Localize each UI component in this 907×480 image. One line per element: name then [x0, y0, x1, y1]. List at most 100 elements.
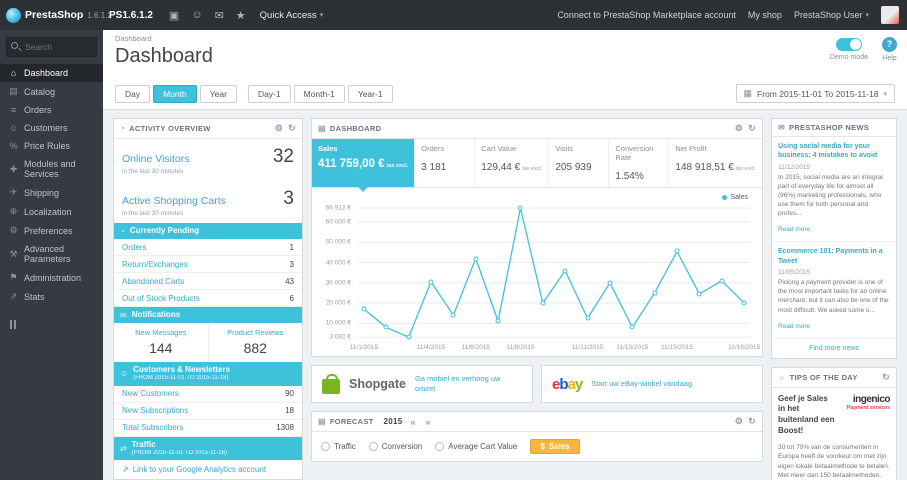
- data-point[interactable]: [428, 279, 434, 285]
- sidebar-item-modules[interactable]: ✚ Modules and Services: [0, 155, 103, 183]
- forecast-year[interactable]: 2015: [384, 417, 403, 426]
- new-customers-row[interactable]: New Customers 90: [114, 386, 302, 403]
- cart-icon[interactable]: ▣: [169, 9, 179, 22]
- quick-access-menu[interactable]: Quick Access ▾: [260, 10, 324, 21]
- chevron-down-icon: ▾: [319, 12, 324, 19]
- filter-day-button[interactable]: Day: [115, 84, 151, 103]
- demo-mode-toggle[interactable]: [835, 38, 862, 51]
- activity-overview-panel: ◔ ACTIVITY OVERVIEW ⚙ ↻ Online Visitors …: [113, 118, 303, 480]
- my-shop-link[interactable]: My shop: [748, 10, 782, 20]
- trophy-icon[interactable]: ★: [236, 9, 246, 22]
- data-point[interactable]: [719, 278, 725, 284]
- data-point[interactable]: [585, 315, 591, 321]
- ebay-promo[interactable]: ebay Start uw eBay-winkel vandaag: [541, 365, 763, 403]
- shop-name-link[interactable]: PS1.6.1.2: [109, 10, 153, 21]
- pending-orders-row[interactable]: Orders 1: [114, 239, 302, 256]
- refresh-icon[interactable]: ↻: [748, 123, 756, 134]
- sidebar-item-shipping[interactable]: ✈ Shipping: [0, 183, 103, 202]
- sidebar-item-catalog[interactable]: ▤ Catalog: [0, 82, 103, 101]
- kpi-visits[interactable]: Visits 205 939: [548, 139, 608, 187]
- data-point[interactable]: [495, 318, 501, 324]
- sidebar-item-advanced-parameters[interactable]: ⚒ Advanced Parameters: [0, 240, 103, 268]
- sidebar-item-stats[interactable]: ⇗ Stats: [0, 287, 103, 306]
- forecast-next-icon[interactable]: »: [426, 417, 433, 427]
- x-axis-tick-label: 11/15/2015: [660, 344, 694, 351]
- total-subscribers-row[interactable]: Total Subscribers 1308: [114, 420, 302, 437]
- filter-month-1-button[interactable]: Month-1: [293, 84, 345, 103]
- data-point[interactable]: [361, 306, 367, 312]
- messages-icon[interactable]: ✉: [215, 9, 224, 22]
- data-point[interactable]: [629, 324, 635, 330]
- sidebar-item-localization[interactable]: ⊕ Localization: [0, 202, 103, 221]
- page-header-tools: Demo mode ? Help: [830, 36, 897, 62]
- kpi-row: Sales 411 759,00 € tax excl. Orders 3 181…: [312, 139, 762, 192]
- refresh-icon[interactable]: ↻: [748, 416, 756, 427]
- news-article-title[interactable]: Ecommerce 101: Payments in a Tweet: [778, 247, 890, 266]
- avatar[interactable]: [881, 6, 899, 24]
- data-point[interactable]: [652, 290, 658, 296]
- kpi-sales[interactable]: Sales 411 759,00 € tax excl.: [312, 139, 415, 192]
- forecast-option-conversion[interactable]: Conversion: [368, 442, 422, 451]
- marketplace-link[interactable]: Connect to PrestaShop Marketplace accoun…: [557, 10, 736, 20]
- kpi-conversion-rate[interactable]: Conversion Rate 1.54%: [608, 139, 668, 187]
- user-menu[interactable]: PrestaShop User ▾: [794, 10, 869, 20]
- active-carts-link[interactable]: Active Shopping Carts: [122, 195, 283, 207]
- sidebar-item-customers[interactable]: ☺ Customers: [0, 119, 103, 137]
- help-icon[interactable]: ?: [882, 37, 897, 52]
- shopgate-link[interactable]: Ga mobiel en verhoog uw omzet: [415, 374, 522, 394]
- customers-quick-icon[interactable]: ☺: [191, 9, 202, 21]
- new-messages-cell[interactable]: New Messages 144: [114, 323, 208, 362]
- chart-legend[interactable]: Sales: [722, 194, 748, 201]
- forecast-sales-button[interactable]: $ Sales: [530, 439, 580, 454]
- sidebar-item-dashboard[interactable]: ⌂ Dashboard: [0, 64, 103, 82]
- filter-day-1-button[interactable]: Day-1: [247, 84, 291, 103]
- pending-returns-row[interactable]: Return/Exchanges 3: [114, 256, 302, 273]
- abandoned-carts-row[interactable]: Abandoned Carts 43: [114, 273, 302, 290]
- find-more-news-link[interactable]: Find more news: [772, 339, 896, 358]
- data-point[interactable]: [607, 280, 613, 286]
- refresh-icon[interactable]: ↻: [882, 372, 890, 383]
- sidebar-item-administration[interactable]: ⚑ Administration: [0, 268, 103, 287]
- kpi-cart-value[interactable]: Cart Value 129,44 € tax excl.: [474, 139, 548, 187]
- google-analytics-link[interactable]: ⇗ Link to your Google Analytics account: [114, 460, 302, 479]
- data-point[interactable]: [674, 248, 680, 254]
- filter-month-button[interactable]: Month: [153, 84, 197, 103]
- ebay-link[interactable]: Start uw eBay-winkel vandaag: [591, 379, 692, 389]
- kpi-net-profit[interactable]: Net Profit 148 918,51 € tax excl.: [668, 139, 762, 187]
- forecast-option-avg-cart-value[interactable]: Average Cart Value: [435, 442, 517, 451]
- read-more-link[interactable]: Read more: [778, 226, 810, 233]
- product-reviews-cell[interactable]: Product Reviews 882: [207, 323, 303, 362]
- new-subscriptions-row[interactable]: New Subscriptions 18: [114, 403, 302, 420]
- forecast-option-traffic[interactable]: Traffic: [321, 442, 356, 451]
- gear-icon[interactable]: ⚙: [735, 123, 743, 134]
- data-point[interactable]: [406, 334, 412, 340]
- sidebar-item-orders[interactable]: ≡ Orders: [0, 101, 103, 119]
- read-more-link[interactable]: Read more: [778, 323, 810, 330]
- out-of-stock-row[interactable]: Out of Stock Products 6: [114, 290, 302, 307]
- kpi-orders[interactable]: Orders 3 181: [414, 139, 474, 187]
- data-point[interactable]: [540, 300, 546, 306]
- sidebar-item-preferences[interactable]: ⚙ Preferences: [0, 221, 103, 240]
- date-range-picker[interactable]: ▦ From 2015-11-01 To 2015-11-18 ▾: [735, 84, 895, 103]
- data-point[interactable]: [517, 205, 523, 211]
- data-point[interactable]: [741, 300, 747, 306]
- prestashop-logo[interactable]: PrestaShop 1.6.1.2: [0, 7, 112, 23]
- sidebar-item-price-rules[interactable]: % Price Rules: [0, 137, 103, 155]
- news-article-title[interactable]: Using social media for your business: 4 …: [778, 142, 890, 161]
- data-point[interactable]: [562, 268, 568, 274]
- data-point[interactable]: [473, 256, 479, 261]
- collapse-menu-button[interactable]: [10, 320, 93, 329]
- refresh-icon[interactable]: ↻: [288, 123, 296, 134]
- data-point[interactable]: [383, 324, 389, 330]
- search-input[interactable]: [6, 37, 97, 57]
- gear-icon[interactable]: ⚙: [275, 123, 283, 134]
- filter-year-button[interactable]: Year: [199, 84, 237, 103]
- data-point[interactable]: [450, 312, 456, 318]
- data-point[interactable]: [696, 291, 702, 297]
- online-visitors-link[interactable]: Online Visitors: [122, 153, 273, 165]
- forecast-prev-icon[interactable]: «: [411, 417, 418, 427]
- gear-icon[interactable]: ⚙: [735, 416, 743, 427]
- shopgate-promo[interactable]: Shopgate Ga mobiel en verhoog uw omzet: [311, 365, 533, 403]
- x-axis-tick-label: 11/18/2015: [728, 344, 761, 351]
- filter-year-1-button[interactable]: Year-1: [347, 84, 393, 103]
